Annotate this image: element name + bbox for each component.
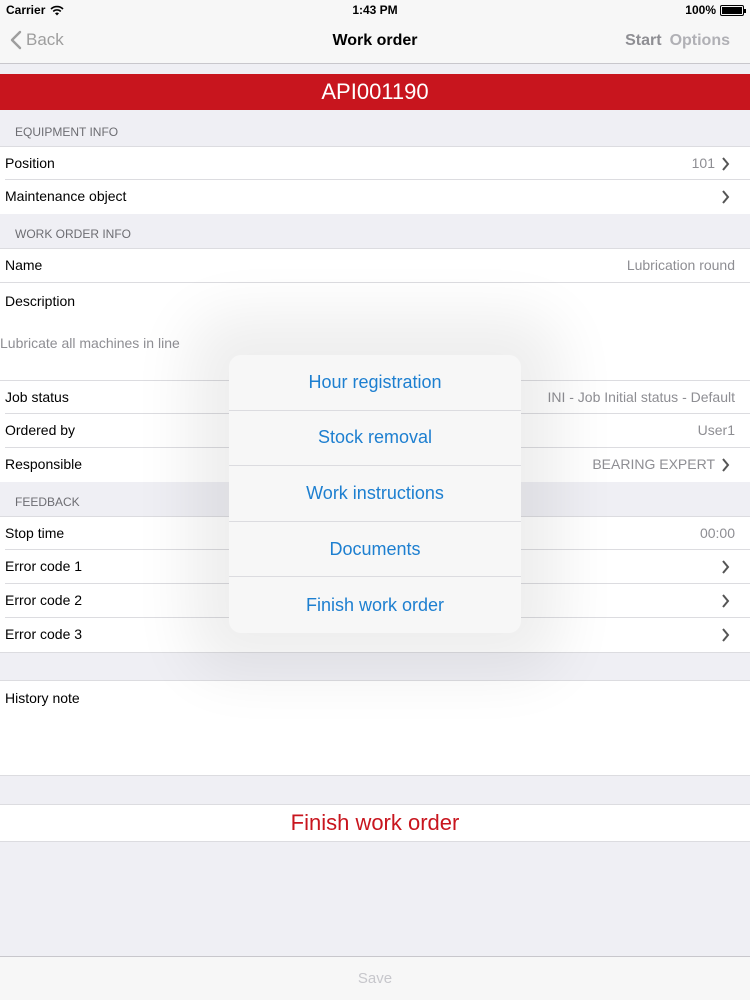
stop-time-value: 00:00 bbox=[699, 525, 735, 541]
status-time: 1:43 PM bbox=[352, 3, 398, 17]
menu-item-hour-registration[interactable]: Hour registration bbox=[229, 355, 521, 411]
chevron-right-icon bbox=[722, 157, 730, 171]
menu-item-work-instructions[interactable]: Work instructions bbox=[229, 466, 521, 522]
chevron-right-icon bbox=[722, 190, 730, 204]
status-bar-right: 100% bbox=[685, 3, 746, 17]
responsible-label: Responsible bbox=[5, 456, 83, 472]
history-note-label: History note bbox=[5, 690, 80, 706]
chevron-right-icon bbox=[722, 628, 730, 642]
position-value: 101 bbox=[691, 155, 715, 171]
responsible-value: BEARING EXPERT bbox=[592, 456, 715, 472]
error-code-3-label: Error code 3 bbox=[5, 626, 83, 642]
navigation-bar: Back Work order Start Options bbox=[0, 20, 750, 64]
battery-icon bbox=[720, 4, 746, 16]
work-order-id-banner: API001190 bbox=[0, 74, 750, 110]
error-code-1-label: Error code 1 bbox=[5, 558, 83, 574]
options-popover-menu: Hour registration Stock removal Work ins… bbox=[229, 355, 521, 633]
menu-item-finish-work-order[interactable]: Finish work order bbox=[229, 577, 521, 633]
status-bar: Carrier 1:43 PM 100% bbox=[0, 0, 750, 20]
menu-item-documents[interactable]: Documents bbox=[229, 522, 521, 578]
history-note-field[interactable]: History note bbox=[0, 680, 750, 776]
options-button[interactable]: Options bbox=[670, 32, 730, 50]
chevron-right-icon bbox=[722, 560, 730, 574]
finish-work-order-button[interactable]: Finish work order bbox=[0, 804, 750, 842]
nav-actions: Start Options bbox=[625, 32, 730, 50]
section-header-work-order: WORK ORDER INFO bbox=[15, 227, 131, 241]
chevron-right-icon bbox=[722, 594, 730, 608]
description-label: Description bbox=[5, 293, 76, 309]
chevron-right-icon bbox=[722, 458, 730, 472]
maintenance-object-label: Maintenance object bbox=[5, 188, 127, 204]
ordered-by-label: Ordered by bbox=[5, 422, 76, 438]
name-value: Lubrication round bbox=[626, 257, 735, 273]
position-row[interactable]: Position 101 bbox=[0, 146, 750, 180]
maintenance-object-row[interactable]: Maintenance object bbox=[0, 180, 750, 214]
save-button[interactable]: Save bbox=[358, 970, 392, 987]
job-status-value: INI - Job Initial status - Default bbox=[547, 389, 735, 405]
error-code-2-label: Error code 2 bbox=[5, 592, 83, 608]
name-label: Name bbox=[5, 257, 43, 273]
battery-percent: 100% bbox=[685, 3, 716, 17]
description-text: Lubricate all machines in line bbox=[0, 335, 180, 351]
position-label: Position bbox=[5, 155, 55, 171]
ordered-by-value: User1 bbox=[697, 422, 735, 438]
bottom-toolbar: Save bbox=[0, 956, 750, 1000]
stop-time-label: Stop time bbox=[5, 525, 65, 541]
job-status-label: Job status bbox=[5, 389, 69, 405]
start-button[interactable]: Start bbox=[625, 32, 661, 50]
name-row[interactable]: Name Lubrication round bbox=[0, 248, 750, 282]
section-header-equipment: EQUIPMENT INFO bbox=[15, 125, 119, 139]
menu-item-stock-removal[interactable]: Stock removal bbox=[229, 411, 521, 467]
